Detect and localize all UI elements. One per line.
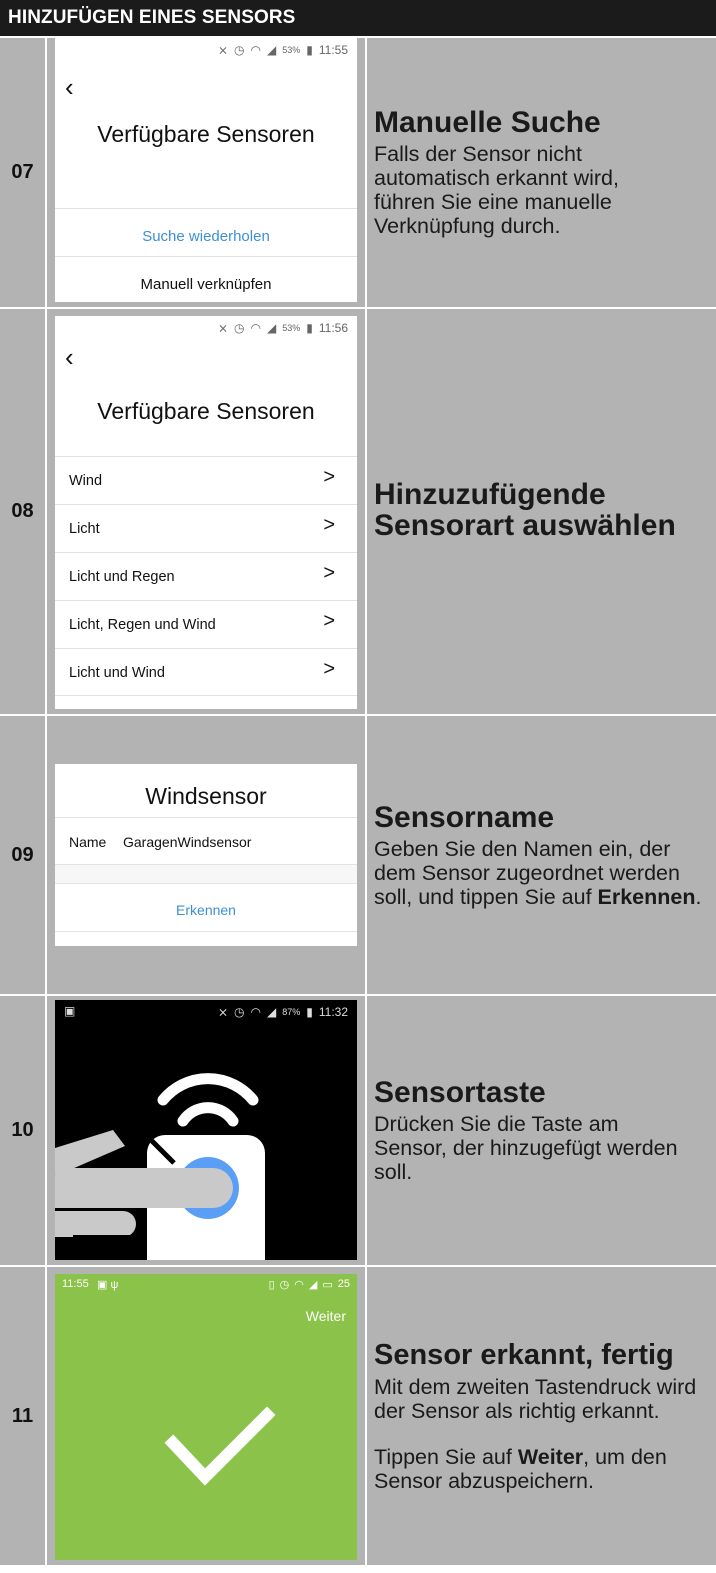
chevron-right-icon: >: [323, 610, 335, 632]
list-item-wind[interactable]: Wind >: [55, 456, 357, 504]
sensor-name-input[interactable]: GaragenWindsensor: [123, 834, 251, 850]
screenshot-sensor-type: ⨯ ◷ ◠ ◢ 53% ▮ 11:56 ‹ Verfügbare Sensore…: [55, 316, 357, 709]
step-description: Manuelle Suche Falls der Sensor nicht au…: [365, 38, 716, 307]
step-text-part: .: [695, 884, 702, 909]
step-text: Geben Sie den Namen ein, der dem Sensor …: [374, 837, 716, 909]
divider: [55, 208, 357, 209]
list-item-licht-regen[interactable]: Licht und Regen >: [55, 552, 357, 600]
step-heading: Sensorname: [374, 800, 555, 834]
step-text: Drücken Sie die Taste am Sensor, der hin…: [374, 1112, 678, 1184]
spacer: [55, 865, 357, 883]
manual-link-button[interactable]: Manuell verknüpfen: [55, 276, 357, 293]
retry-search-button[interactable]: Suche wiederholen: [55, 228, 357, 245]
chevron-right-icon: >: [323, 658, 335, 680]
list-item-licht-wind[interactable]: Licht und Wind >: [55, 648, 357, 696]
step-heading-line: Sensorart auswählen: [374, 508, 676, 542]
press-sensor-illustration: [55, 1073, 265, 1260]
wifi-icon: ◠: [250, 43, 261, 57]
divider: [55, 256, 357, 257]
battery-icon: ▮: [306, 43, 313, 57]
step-row-08: 08 ⨯ ◷ ◠ ◢ 53% ▮ 11:56 ‹ Verfügbare Sens…: [0, 307, 716, 714]
list-item-label: Licht und Regen: [69, 569, 175, 585]
chevron-right-icon: >: [323, 562, 335, 584]
mute-icon: ⨯: [217, 321, 229, 335]
signal-icon: ◢: [267, 43, 277, 57]
pointing-finger: [55, 1168, 233, 1208]
screen-title: Verfügbare Sensoren: [97, 121, 315, 147]
list-item-label: Wind: [69, 473, 103, 489]
step-row-09: 09 Windsensor Name GaragenWindsensor Erk…: [0, 714, 716, 994]
step-text-bold: Weiter: [517, 1444, 584, 1469]
page-title: HINZUFÜGEN EINES SENSORS: [0, 0, 716, 36]
step-row-07: 07 ⨯ ◷ ◠ ◢ 53% ▮ 11:55 ‹ Verfügbare Sens…: [0, 36, 716, 307]
list-item-licht-regen-wind[interactable]: Licht, Regen und Wind >: [55, 600, 357, 648]
signal-wave-inner: [177, 1102, 239, 1127]
divider: [55, 931, 357, 932]
alarm-icon: ◷: [234, 321, 245, 335]
step-row-11: 11 11:55 ▣ ψ ▯ ◷ ◠ ◢ ▭ 25 Weiter Sensor …: [0, 1265, 716, 1565]
step-number: 11: [0, 1267, 47, 1565]
screenshot-manual-search: ⨯ ◷ ◠ ◢ 53% ▮ 11:55 ‹ Verfügbare Sensore…: [55, 38, 357, 302]
status-time: 11:56: [318, 321, 348, 335]
step-row-10: 10 ▣ ⨯ ◷ ◠ ◢ 87% ▮ 11:32 Sensortaste Drü…: [0, 994, 716, 1265]
step-number: 10: [0, 996, 47, 1265]
step-heading: Sensor erkannt, fertig: [374, 1338, 674, 1371]
screenshot-sensor-detected: 11:55 ▣ ψ ▯ ◷ ◠ ◢ ▭ 25 Weiter: [55, 1274, 357, 1560]
step-number: 07: [0, 38, 47, 307]
list-item-licht[interactable]: Licht >: [55, 504, 357, 552]
screen-title: Verfügbare Sensoren: [97, 398, 315, 424]
status-bar: ⨯ ◷ ◠ ◢ 53% ▮ 11:56: [55, 316, 357, 338]
signal-icon: ◢: [267, 321, 277, 335]
step-heading-line: Hinzuzufügende: [374, 477, 606, 511]
screenshot-sensor-name: Windsensor Name GaragenWindsensor Erkenn…: [55, 764, 357, 946]
battery-percent: 53%: [282, 45, 301, 55]
list-item-label: Licht: [69, 521, 100, 537]
step-text: Tippen Sie auf Weiter, um den Sensor abz…: [374, 1445, 716, 1493]
divider: [55, 883, 357, 884]
step-description: Sensorname Geben Sie den Namen ein, der …: [365, 716, 716, 994]
battery-percent: 53%: [282, 323, 301, 333]
step-text: Mit dem zweiten Tastendruck wird der Sen…: [374, 1374, 697, 1423]
step-text-part: Tippen Sie auf: [374, 1444, 518, 1469]
finger-lower: [55, 1211, 136, 1237]
chevron-right-icon: >: [323, 514, 335, 536]
step-heading: Hinzuzufügende Sensorart auswählen: [374, 479, 716, 541]
name-label: Name: [69, 834, 107, 850]
wifi-icon: ◠: [250, 321, 261, 335]
detect-button[interactable]: Erkennen: [55, 902, 357, 918]
step-number: 08: [0, 309, 47, 714]
step-text: Falls der Sensor nicht automatisch erkan…: [374, 142, 619, 238]
screen-title: Windsensor: [145, 783, 267, 809]
step-heading: Manuelle Suche: [374, 106, 601, 139]
mute-icon: ⨯: [217, 43, 229, 57]
signal-wave-outer: [157, 1073, 259, 1106]
battery-icon: ▮: [306, 321, 313, 335]
step-description: Sensortaste Drücken Sie die Taste am Sen…: [365, 996, 716, 1265]
alarm-icon: ◷: [234, 43, 245, 57]
list-item-label: Licht, Regen und Wind: [69, 617, 216, 633]
list-item-label: Licht und Wind: [69, 665, 165, 681]
back-chevron-icon[interactable]: ‹: [65, 342, 74, 373]
step-description: Sensor erkannt, fertig Mit dem zweiten T…: [365, 1267, 716, 1565]
step-text-bold: Erkennen: [597, 884, 696, 909]
step-description: Hinzuzufügende Sensorart auswählen: [365, 309, 716, 714]
screenshot-sensor-button: ▣ ⨯ ◷ ◠ ◢ 87% ▮ 11:32: [55, 1000, 357, 1260]
step-number: 09: [0, 716, 47, 994]
back-chevron-icon[interactable]: ‹: [65, 72, 74, 103]
status-time: 11:55: [318, 43, 348, 57]
checkmark-icon: [164, 1406, 276, 1486]
step-heading: Sensortaste: [374, 1076, 546, 1109]
status-bar: ⨯ ◷ ◠ ◢ 53% ▮ 11:55: [55, 38, 357, 60]
divider: [55, 817, 357, 818]
chevron-right-icon: >: [323, 466, 335, 488]
